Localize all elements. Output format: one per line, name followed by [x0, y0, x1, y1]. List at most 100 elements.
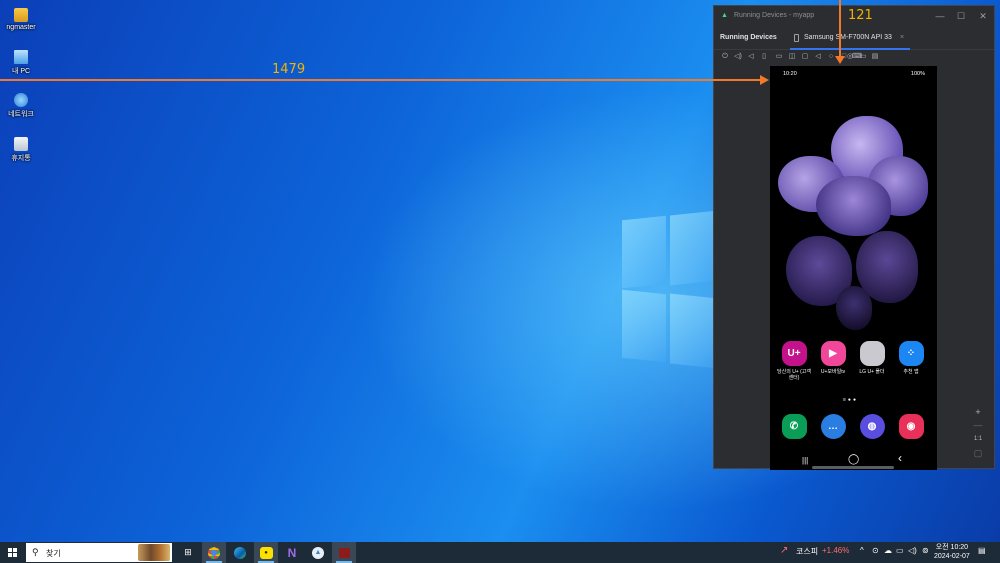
show-hidden-icons-chevron[interactable]: ^ [860, 546, 864, 555]
horizontal-measure-line [0, 79, 762, 81]
start-button[interactable] [0, 542, 26, 563]
desktop-icon-network[interactable]: 네트워크 [4, 93, 38, 119]
desktop-icon-this-pc[interactable]: 내 PC [4, 50, 38, 76]
folder-icon [14, 8, 28, 22]
app-label: LG U+ 폴더 [859, 369, 885, 375]
app-uplus-customer[interactable]: U+ 당신의 U+ (고객센터) [776, 341, 812, 381]
battery-status: 100% [910, 71, 925, 77]
window-title: Running Devices - myapp [734, 12, 815, 19]
maximize-button[interactable]: ☐ [955, 10, 967, 22]
camera-icon[interactable]: ◎ [845, 52, 855, 62]
flower-wallpaper [776, 116, 931, 336]
camera-icon: ◉ [898, 414, 924, 439]
page-indicator: ≡●● [843, 397, 858, 403]
app-uplus-mobile-tv[interactable]: ▶ U+모바일tv [815, 341, 851, 375]
dock-phone[interactable]: ✆ [776, 414, 812, 442]
network-tray-icon[interactable]: ▭ [896, 546, 904, 555]
fold-icon[interactable]: ◫ [787, 52, 797, 62]
back-nav-button[interactable]: ‹ [898, 451, 902, 465]
windows-logo-wallpaper [618, 210, 718, 370]
close-button[interactable]: ✕ [977, 10, 989, 22]
folder-icon [859, 341, 885, 366]
desktop-icon-label: ngmaster [6, 24, 36, 31]
uplus-icon: U+ [781, 341, 807, 366]
device-screen[interactable]: 10:20 100% U+ 당신의 U+ (고객센터) ▶ U+모바일tv LG… [770, 66, 937, 470]
app-label: 추천 앱 [903, 369, 919, 375]
more-icon[interactable]: ▤ [870, 52, 880, 62]
screenshot-icon[interactable]: ▢ [800, 52, 810, 62]
emulator-taskbar-icon[interactable] [332, 542, 356, 563]
tab-close-icon[interactable]: × [900, 34, 904, 41]
desktop-icon-label: 휴지통 [11, 155, 31, 162]
app-lg-uplus-folder[interactable]: LG U+ 폴더 [854, 341, 890, 375]
zoom-fit-icon[interactable]: ▢ [972, 447, 984, 459]
home-nav-button[interactable]: ◯ [848, 454, 859, 465]
chrome-taskbar-icon[interactable] [202, 542, 226, 563]
volume-up-icon[interactable]: ◁) [733, 52, 743, 62]
app-label: U+모바일tv [820, 369, 846, 375]
notification-icon[interactable]: ▤ [978, 546, 986, 555]
clock-date: 2024-02-07 [934, 553, 970, 560]
desktop-icon-recycle-bin[interactable]: 휴지통 [4, 137, 38, 163]
messages-icon: … [820, 414, 846, 439]
stock-name[interactable]: 코스피 [796, 546, 818, 557]
task-view-icon[interactable]: ⊞ [176, 542, 200, 563]
usb-icon[interactable]: ⊙ [872, 546, 879, 555]
cloud-icon[interactable]: ☁ [884, 546, 892, 555]
status-time: 10:20 [783, 71, 797, 77]
device-toolbar: ⏻ ◁) ◁ ▯ ▭ ◫ ▢ ◁ ○ □ ⌨ ◎ ▭ ▤ [714, 50, 994, 64]
recycle-bin-icon [14, 137, 28, 151]
back-icon[interactable]: ◁ [813, 52, 823, 62]
android-studio-icon: ▲ [721, 12, 728, 19]
zoom-out-button[interactable]: — [972, 419, 984, 431]
phone-device-icon [794, 34, 799, 42]
internet-icon: ◍ [859, 414, 885, 439]
horizontal-arrow-head [760, 75, 769, 85]
device-tab[interactable]: Samsung SM-F700N API 33 × [790, 26, 911, 50]
horizontal-measure-label: 1479 [272, 62, 306, 77]
volume-icon[interactable]: ◁) [908, 546, 917, 555]
search-icon: ⚲ [32, 547, 39, 557]
desktop-icon-ngmaster[interactable]: ngmaster [4, 8, 38, 31]
computer-icon [14, 50, 28, 64]
taskbar-search[interactable]: ⚲ 찾기 [26, 543, 172, 562]
zoom-actual-button[interactable]: 1:1 [972, 433, 984, 445]
power-icon[interactable]: ⏻ [720, 52, 730, 62]
panel-title: Running Devices [720, 34, 777, 41]
stock-chart-icon: ↗ [780, 545, 789, 556]
search-placeholder: 찾기 [46, 549, 61, 558]
stock-change[interactable]: +1.46% [822, 546, 849, 555]
status-bar: 10:20 100% [770, 70, 937, 80]
clock-time: 오전 10:20 [935, 544, 969, 551]
visual-studio-taskbar-icon[interactable]: N [280, 542, 304, 563]
desktop-icon-label: 네트워크 [8, 111, 34, 118]
edge-taskbar-icon[interactable] [228, 542, 252, 563]
volume-down-icon[interactable]: ◁ [746, 52, 756, 62]
rotate-left-icon[interactable]: ▯ [759, 52, 769, 62]
taskbar: ⚲ 찾기 ⊞ ● N ▲ ↗ 코스피 +1.46% ^ ⊙ ☁ ▭ ◁) ⊚ 오… [0, 542, 1000, 563]
play-icon: ▶ [820, 341, 846, 366]
record-icon[interactable]: ▭ [858, 52, 868, 62]
app-recommended[interactable]: ⁘ 추천 앱 [893, 341, 929, 375]
zoom-in-button[interactable]: + [972, 406, 984, 418]
vertical-measure-label: 121 [848, 8, 873, 23]
search-highlight-image [138, 544, 170, 561]
apps-grid-icon: ⁘ [898, 341, 924, 366]
running-devices-tabs: Running Devices Samsung SM-F700N API 33 × [714, 26, 994, 50]
ime-icon[interactable]: ⊚ [922, 546, 929, 555]
rotate-right-icon[interactable]: ▭ [774, 52, 784, 62]
minimize-button[interactable]: — [934, 10, 946, 22]
dock-camera[interactable]: ◉ [893, 414, 929, 442]
gesture-handle [812, 466, 894, 469]
kakaotalk-taskbar-icon[interactable]: ● [254, 542, 278, 563]
clock[interactable]: 오전 10:20 2024-02-07 [934, 543, 970, 561]
dock-internet[interactable]: ◍ [854, 414, 890, 442]
android-studio-taskbar-icon[interactable]: ▲ [306, 542, 330, 563]
running-devices-window: ▲ Running Devices - myapp — ☐ ✕ Running … [713, 5, 995, 470]
vertical-measure-line [839, 0, 841, 58]
app-label: 당신의 U+ (고객센터) [777, 369, 811, 381]
recents-nav-button[interactable]: ||| [802, 456, 808, 465]
phone-icon: ✆ [781, 414, 807, 439]
dock-messages[interactable]: … [815, 414, 851, 442]
network-icon [14, 93, 28, 107]
